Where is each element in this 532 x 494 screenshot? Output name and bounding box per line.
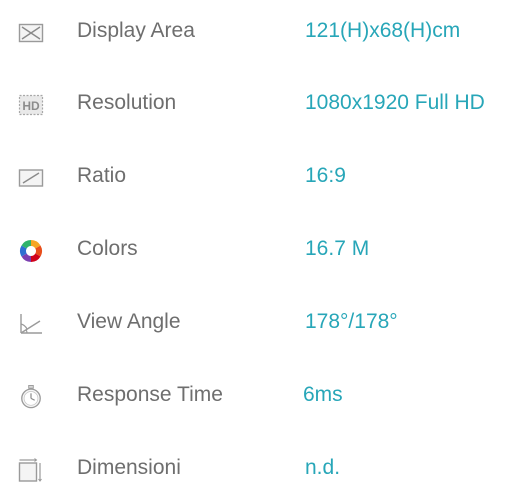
dimensions-icon bbox=[18, 458, 42, 482]
spec-row-resolution: HD Resolution 1080x1920 Full HD bbox=[0, 86, 532, 122]
spec-label: Response Time bbox=[77, 383, 223, 406]
spec-row-view-angle: View Angle 178°/178° bbox=[0, 305, 532, 341]
spec-value: n.d. bbox=[305, 456, 341, 479]
ratio-icon bbox=[18, 169, 44, 187]
spec-row-response-time: Response Time 6ms bbox=[0, 378, 532, 414]
view-angle-icon bbox=[20, 314, 42, 334]
spec-value: 6ms bbox=[303, 383, 343, 406]
spec-row-ratio: Ratio 16:9 bbox=[0, 159, 532, 195]
spec-row-display-area: Display Area 121(H)x68(H)cm bbox=[0, 14, 532, 50]
spec-list: Display Area 121(H)x68(H)cm HD Resolutio… bbox=[0, 0, 532, 494]
hd-resolution-icon: HD bbox=[18, 94, 44, 116]
spec-label: Resolution bbox=[77, 91, 177, 114]
spec-row-colors: Colors 16.7 M bbox=[0, 232, 532, 268]
spec-value: 1080x1920 Full HD bbox=[305, 91, 485, 114]
spec-label: Display Area bbox=[77, 19, 195, 42]
stopwatch-icon bbox=[21, 385, 41, 409]
spec-value: 121(H)x68(H)cm bbox=[305, 19, 461, 42]
spec-value: 16.7 M bbox=[305, 237, 370, 260]
svg-text:HD: HD bbox=[22, 99, 40, 113]
display-area-icon bbox=[18, 23, 44, 43]
spec-label: Ratio bbox=[77, 164, 127, 187]
spec-value: 178°/178° bbox=[305, 310, 398, 333]
spec-label: Colors bbox=[77, 237, 138, 260]
spec-value: 16:9 bbox=[305, 164, 346, 187]
spec-label: Dimensioni bbox=[77, 456, 181, 479]
spec-label: View Angle bbox=[77, 310, 181, 333]
spec-row-dimensions: Dimensioni n.d. bbox=[0, 451, 532, 487]
color-wheel-icon bbox=[20, 240, 42, 262]
